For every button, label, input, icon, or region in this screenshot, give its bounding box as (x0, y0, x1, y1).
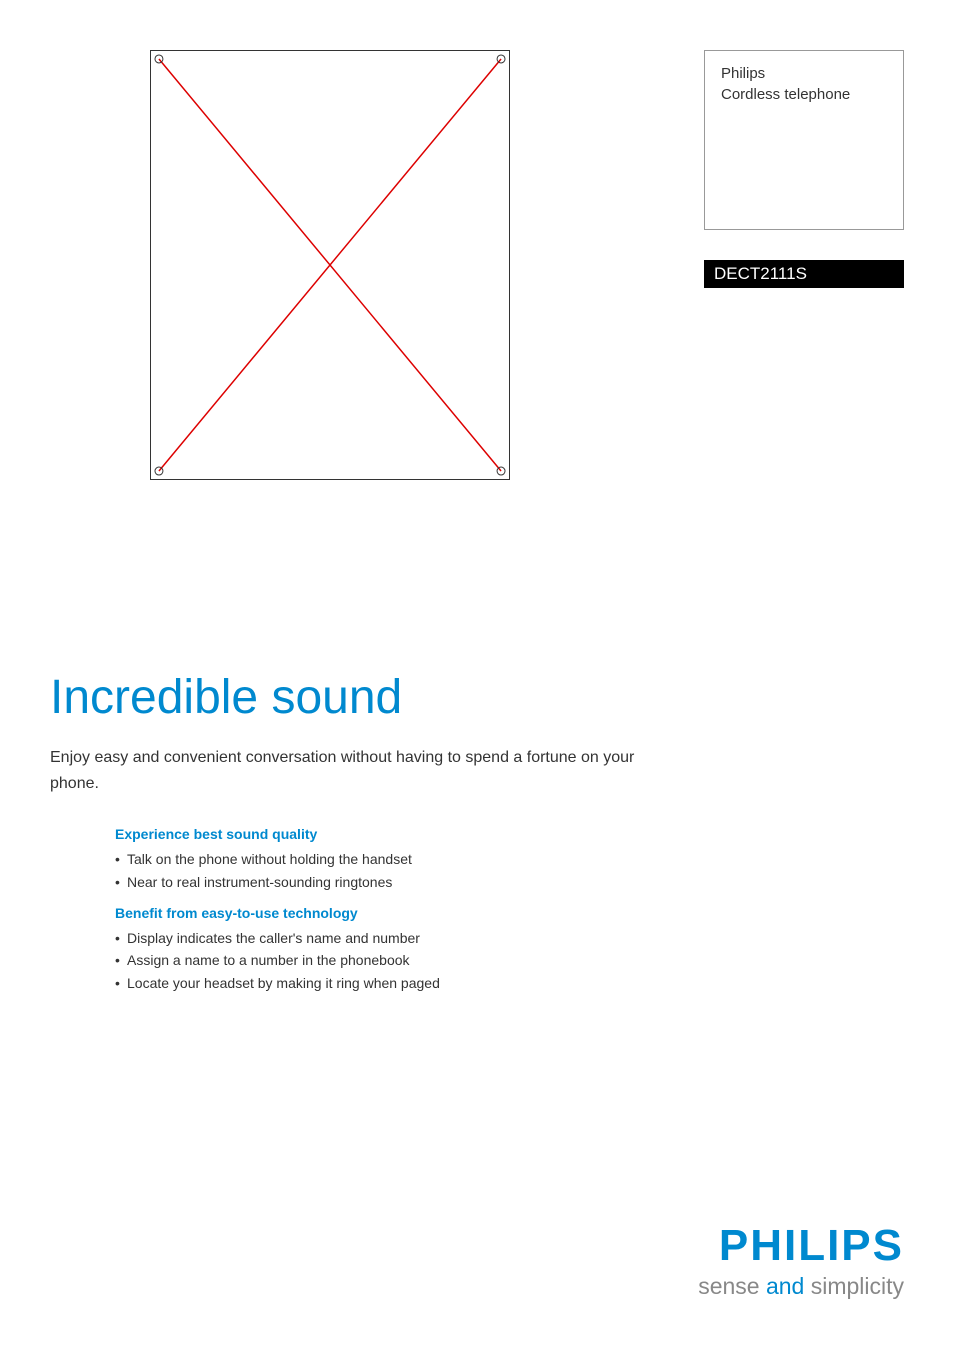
list-item: Assign a name to a number in the phonebo… (115, 949, 904, 971)
philips-wordmark: PHILIPS (698, 1221, 904, 1271)
list-item: Locate your headset by making it ring wh… (115, 972, 904, 994)
features-block: Experience best sound quality Talk on th… (115, 826, 904, 994)
brand-label: Philips (721, 63, 887, 84)
tagline: sense and simplicity (698, 1273, 904, 1300)
product-info-box: Philips Cordless telephone (704, 50, 904, 230)
tagline-and: and (766, 1273, 804, 1299)
model-number-box: DECT2111S (704, 260, 904, 288)
feature-heading: Experience best sound quality (115, 826, 904, 842)
list-item: Near to real instrument-sounding rington… (115, 871, 904, 893)
list-item: Talk on the phone without holding the ha… (115, 848, 904, 870)
tagline-part: sense (698, 1273, 766, 1299)
product-image-placeholder (150, 50, 510, 480)
tagline-part: simplicity (804, 1273, 904, 1299)
feature-heading: Benefit from easy-to-use technology (115, 905, 904, 921)
feature-list: Display indicates the caller's name and … (115, 927, 904, 994)
main-heading: Incredible sound (50, 670, 904, 725)
list-item: Display indicates the caller's name and … (115, 927, 904, 949)
product-type-label: Cordless telephone (721, 84, 887, 105)
footer-logo: PHILIPS sense and simplicity (698, 1221, 904, 1300)
model-number: DECT2111S (714, 264, 807, 283)
feature-section: Benefit from easy-to-use technology Disp… (115, 905, 904, 994)
main-description: Enjoy easy and convenient conversation w… (50, 745, 670, 796)
feature-section: Experience best sound quality Talk on th… (115, 826, 904, 893)
feature-list: Talk on the phone without holding the ha… (115, 848, 904, 893)
